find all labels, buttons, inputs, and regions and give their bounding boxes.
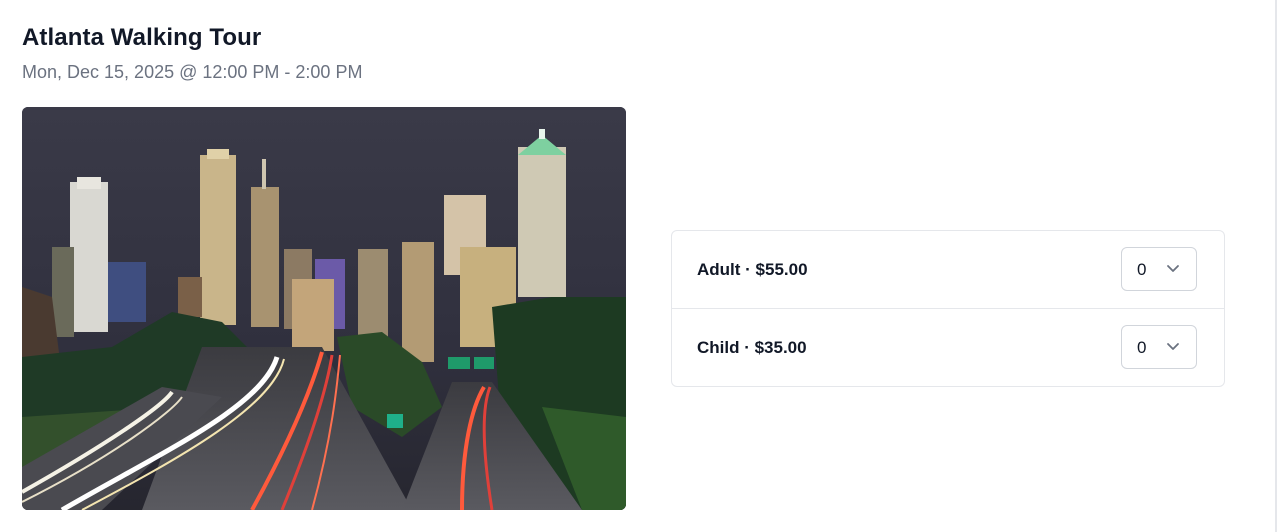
event-title: Atlanta Walking Tour	[22, 24, 262, 51]
adult-quantity-select[interactable]: 0	[1121, 247, 1197, 291]
child-quantity-value: 0	[1137, 338, 1147, 357]
ticket-label-adult: Adult · $55.00	[697, 260, 808, 279]
chevron-down-icon	[1167, 343, 1179, 350]
ticket-row-child: Child · $35.00 0	[672, 309, 1224, 386]
ticket-label-child: Child · $35.00	[697, 338, 807, 357]
adult-quantity-value: 0	[1137, 260, 1147, 279]
ticket-selector: Adult · $55.00 0 Child · $35.00 0	[671, 230, 1225, 387]
child-quantity-select[interactable]: 0	[1121, 325, 1197, 369]
event-hero-image	[22, 107, 626, 510]
event-datetime: Mon, Dec 15, 2025 @ 12:00 PM - 2:00 PM	[22, 62, 363, 82]
chevron-down-icon	[1167, 265, 1179, 272]
ticket-row-adult: Adult · $55.00 0	[672, 231, 1224, 309]
